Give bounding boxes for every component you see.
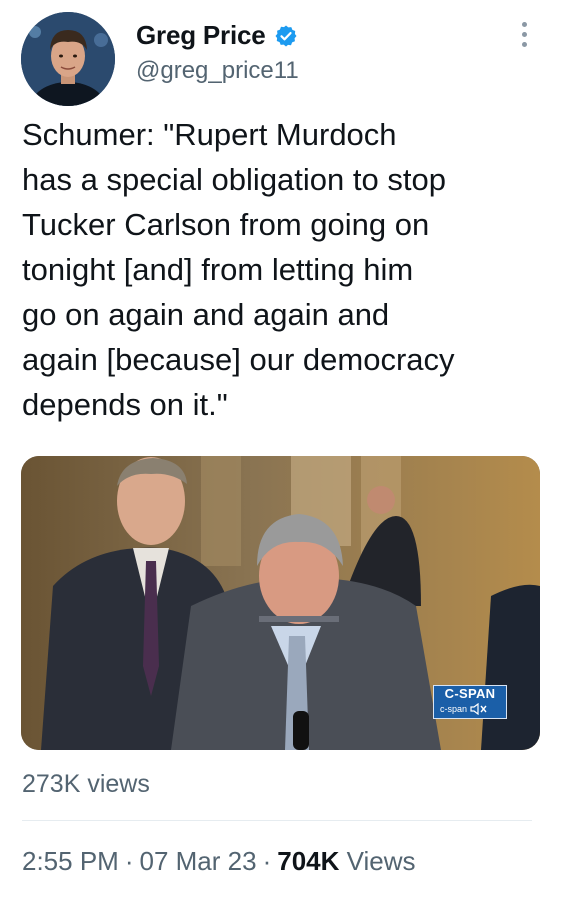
tweet-header: Greg Price @greg_price11	[0, 0, 561, 112]
cspan-sublabel-text: c-span	[440, 704, 468, 714]
tweet-text: Schumer: "Rupert Murdoch has a special o…	[22, 117, 455, 422]
video-view-count: 273K views	[22, 770, 150, 798]
author-name[interactable]: Greg Price	[136, 20, 266, 51]
separator-dot: ·	[262, 846, 272, 876]
tweet-time[interactable]: 2:55 PM	[22, 846, 119, 876]
verified-badge-icon	[275, 25, 297, 46]
tweet-date[interactable]: 07 Mar 23	[140, 846, 257, 876]
more-vertical-icon[interactable]	[514, 22, 534, 52]
tweet-metadata: 2:55 PM · 07 Mar 23 · 704K Views	[22, 846, 416, 877]
cspan-watermark: C-SPAN c-span	[433, 685, 507, 719]
tweet-views-count[interactable]: 704K	[277, 846, 339, 876]
divider	[22, 820, 532, 821]
author-name-row: Greg Price	[136, 20, 298, 51]
cspan-sublabel: c-span	[434, 702, 506, 716]
author-handle[interactable]: @greg_price11	[136, 57, 299, 85]
video-player[interactable]: C-SPAN c-span	[21, 456, 540, 750]
avatar-image	[21, 12, 115, 106]
avatar[interactable]	[21, 12, 115, 106]
volume-muted-icon[interactable]	[470, 703, 488, 715]
tweet-views-label: Views	[346, 846, 416, 876]
separator-dot: ·	[124, 846, 134, 876]
cspan-logo: C-SPAN	[444, 686, 496, 701]
